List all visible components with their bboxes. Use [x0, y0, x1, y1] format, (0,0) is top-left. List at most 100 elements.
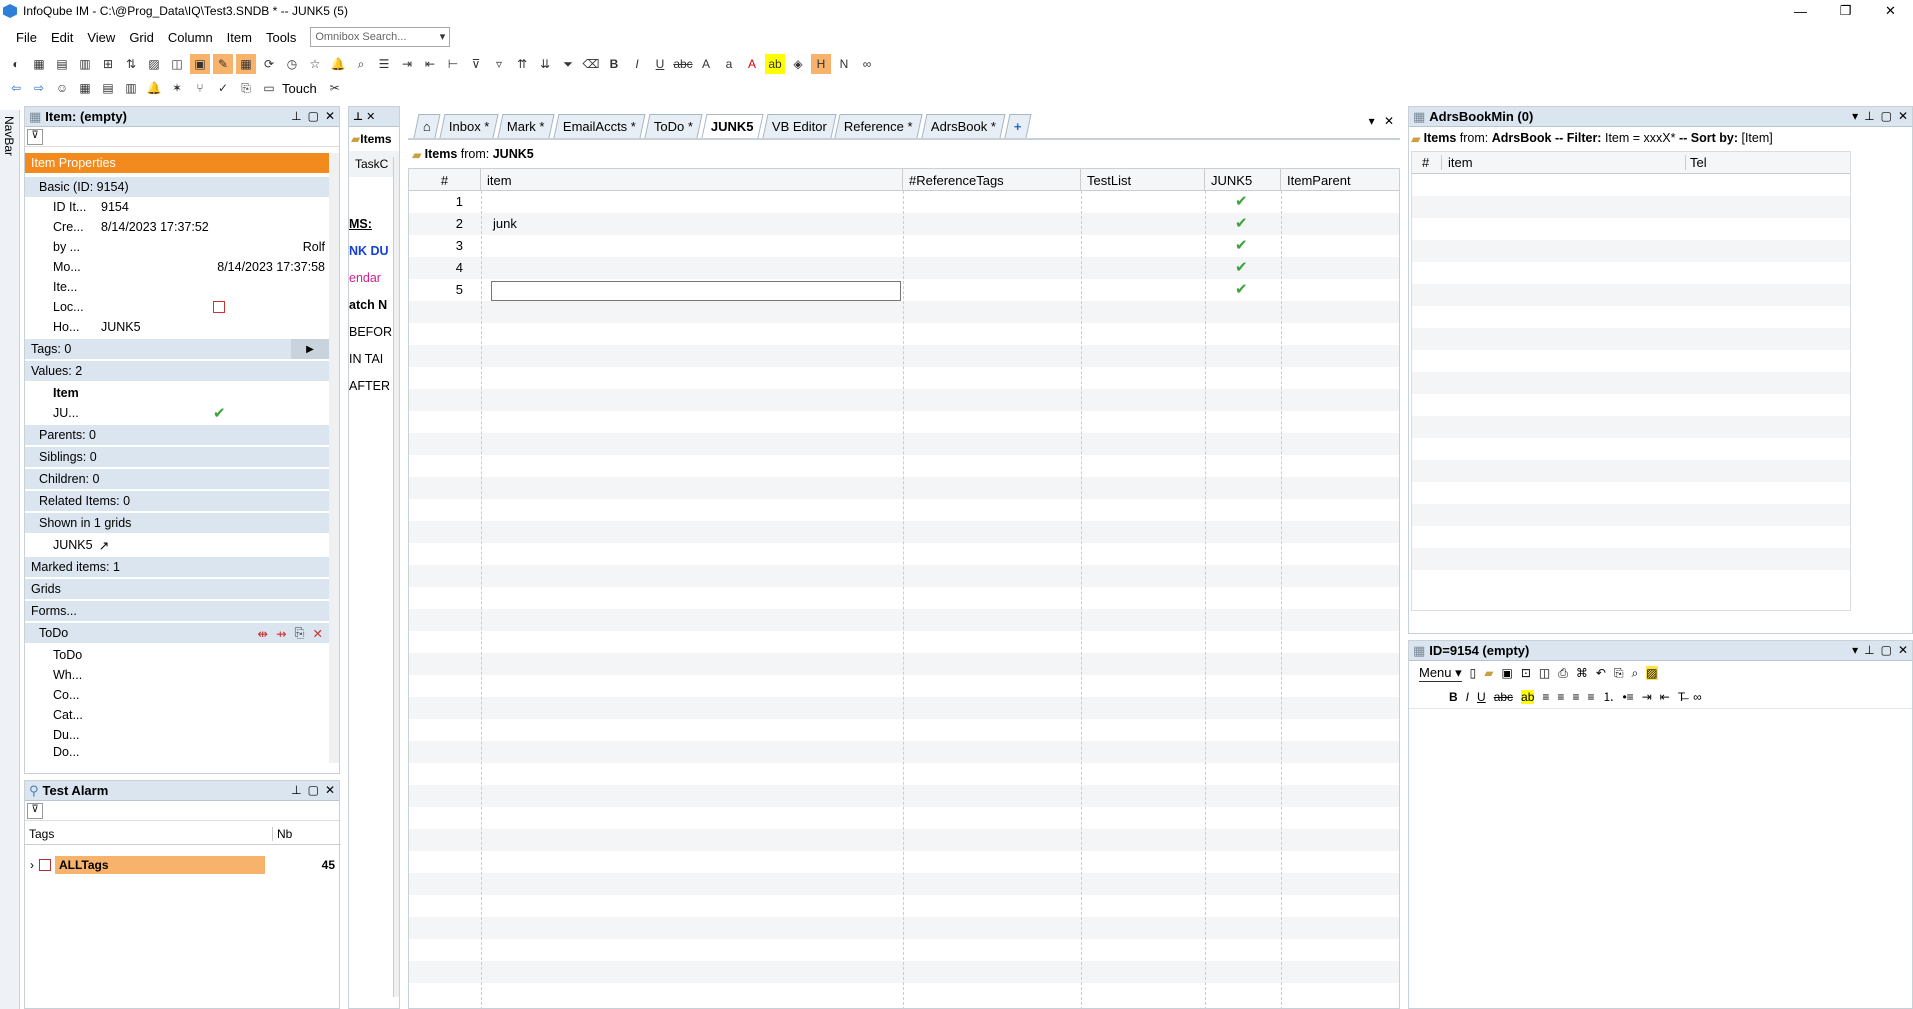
search-icon[interactable]: ⌕: [351, 54, 371, 74]
align-right-icon[interactable]: ≡: [1572, 690, 1579, 704]
forms-section[interactable]: Forms...: [25, 601, 329, 621]
outline-icon[interactable]: ⊞: [98, 54, 118, 74]
minimize-button[interactable]: —: [1778, 0, 1823, 22]
numbered-list-icon[interactable]: ⒈: [1602, 688, 1614, 705]
touch-label[interactable]: Touch: [282, 81, 317, 96]
maximize-button[interactable]: ❐: [1823, 0, 1868, 22]
outdent-icon[interactable]: ⇤: [420, 54, 440, 74]
italic-icon[interactable]: I: [1466, 690, 1469, 704]
sort-icon[interactable]: ⇅: [121, 54, 141, 74]
tab-adrsbook[interactable]: AdrsBook *: [921, 114, 1006, 138]
snip[interactable]: BEFOR: [349, 325, 392, 352]
link-icon[interactable]: ∞: [857, 54, 877, 74]
prop-value[interactable]: 9154: [93, 200, 129, 214]
navbar-strip[interactable]: NavBar: [0, 110, 20, 1009]
preview-icon[interactable]: ◫: [167, 54, 187, 74]
shown-grid-row[interactable]: JUNK5 ↗: [25, 535, 329, 555]
menu-edit[interactable]: Edit: [51, 30, 73, 45]
outdent-icon[interactable]: ⇤: [1660, 690, 1670, 704]
expand-icon[interactable]: ›: [25, 858, 39, 872]
underline-icon[interactable]: U: [650, 54, 670, 74]
highlight-icon[interactable]: ▣: [190, 54, 210, 74]
menu-tools[interactable]: Tools: [266, 30, 296, 45]
clock-icon[interactable]: ◷: [282, 54, 302, 74]
spell-icon[interactable]: ✂: [325, 78, 345, 98]
tab-home[interactable]: ⌂: [413, 114, 441, 138]
bullet-list-icon[interactable]: •≡: [1622, 690, 1633, 704]
link-icon[interactable]: ∞: [1693, 690, 1702, 704]
grid-icon[interactable]: ▦: [29, 54, 49, 74]
save-icon[interactable]: ▣: [1502, 666, 1513, 680]
siblings-section[interactable]: Siblings: 0: [25, 447, 329, 467]
prop-value[interactable]: JUNK5: [93, 320, 141, 334]
todo-section[interactable]: ToDo ⇹ ⇸ ⎘ ✕: [25, 623, 329, 643]
pin-icon[interactable]: ⊥: [1864, 109, 1874, 123]
check-icon[interactable]: ✔: [1235, 280, 1248, 298]
tab-reference[interactable]: Reference *: [834, 114, 923, 138]
col-testlist[interactable]: TestList: [1081, 169, 1205, 191]
pin-icon[interactable]: ⊥: [291, 783, 301, 797]
col-tags[interactable]: Tags: [25, 826, 273, 841]
contrast-icon[interactable]: ◐: [6, 54, 26, 74]
row-item[interactable]: junk: [493, 216, 517, 231]
snip[interactable]: NK DU: [349, 244, 392, 271]
underline-icon[interactable]: U: [1477, 690, 1486, 704]
marked-section[interactable]: Marked items: 1: [25, 557, 329, 577]
table-row[interactable]: 4 ✔: [409, 257, 1399, 279]
tab-dropdown-icon[interactable]: ▾: [1369, 114, 1375, 128]
form-icon[interactable]: ⎘: [295, 626, 305, 641]
float-icon[interactable]: ▢: [308, 783, 319, 797]
touch-icon[interactable]: ▭: [259, 78, 279, 98]
filter-icon[interactable]: ⊽: [27, 802, 43, 819]
prop-value[interactable]: 8/14/2023 17:37:58: [93, 260, 329, 274]
dropdown-icon[interactable]: ▾: [1852, 109, 1858, 123]
bold-icon[interactable]: B: [1449, 690, 1458, 704]
close-button[interactable]: ✕: [1868, 0, 1913, 22]
prop-value[interactable]: 8/14/2023 17:37:52: [93, 220, 209, 234]
expand-arrow-icon[interactable]: ▶: [291, 339, 329, 359]
hierarchy-icon[interactable]: ⊢: [443, 54, 463, 74]
pin-icon[interactable]: ⊥: [291, 109, 301, 123]
col-item[interactable]: item: [1442, 155, 1686, 170]
check-icon[interactable]: ✔: [213, 404, 226, 422]
tab-emailaccts[interactable]: EmailAccts *: [553, 114, 646, 138]
highlight-text-icon[interactable]: ab: [765, 54, 785, 74]
italic-icon[interactable]: I: [627, 54, 647, 74]
list-icon[interactable]: ☰: [374, 54, 394, 74]
tags-section[interactable]: Tags: 0 ▶: [25, 339, 329, 359]
bell-icon[interactable]: 🔔: [328, 54, 348, 74]
row-checkbox[interactable]: [39, 859, 51, 871]
code-icon[interactable]: ⌘: [1576, 666, 1588, 680]
heading-icon[interactable]: H: [811, 54, 831, 74]
item-properties-header[interactable]: Item Properties: [25, 153, 329, 173]
values-section[interactable]: Values: 2: [25, 361, 329, 381]
table-row[interactable]: 2 junk ✔: [409, 213, 1399, 235]
preview-icon[interactable]: ◫: [1539, 666, 1550, 680]
col-item[interactable]: item: [481, 169, 903, 191]
filter-dropdown-icon[interactable]: ▿: [489, 54, 509, 74]
menu-item[interactable]: Item: [227, 30, 252, 45]
snip[interactable]: atch N: [349, 298, 392, 325]
basic-section[interactable]: Basic (ID: 9154): [25, 177, 329, 197]
align-center-icon[interactable]: ≡: [1557, 690, 1564, 704]
new-doc-icon[interactable]: ▯: [1470, 666, 1477, 680]
omnibox-search[interactable]: Omnibox Search...: [310, 27, 451, 47]
mid-scrollbar[interactable]: [393, 157, 399, 997]
erase-icon[interactable]: ⌫: [581, 54, 601, 74]
forward-icon[interactable]: ⇨: [29, 78, 49, 98]
tab-todo[interactable]: ToDo *: [644, 114, 703, 138]
fill-color-icon[interactable]: ◈: [788, 54, 808, 74]
menu-view[interactable]: View: [87, 30, 115, 45]
dropdown-icon[interactable]: ▾: [1852, 643, 1858, 657]
grid-columns-icon[interactable]: ▥: [75, 54, 95, 74]
table-icon[interactable]: ▦: [236, 54, 256, 74]
row-item-editor[interactable]: [491, 281, 901, 301]
sort-za-icon[interactable]: ⇊: [535, 54, 555, 74]
snip[interactable]: endar: [349, 271, 392, 298]
lock-icon[interactable]: ⊡: [1521, 666, 1531, 680]
locked-checkbox[interactable]: [213, 301, 225, 313]
tab-vb-editor[interactable]: VB Editor: [761, 114, 837, 138]
close-icon[interactable]: ✕: [1898, 643, 1908, 657]
check-icon[interactable]: ✔: [1235, 192, 1248, 210]
star-toggle-icon[interactable]: ✶: [167, 78, 187, 98]
